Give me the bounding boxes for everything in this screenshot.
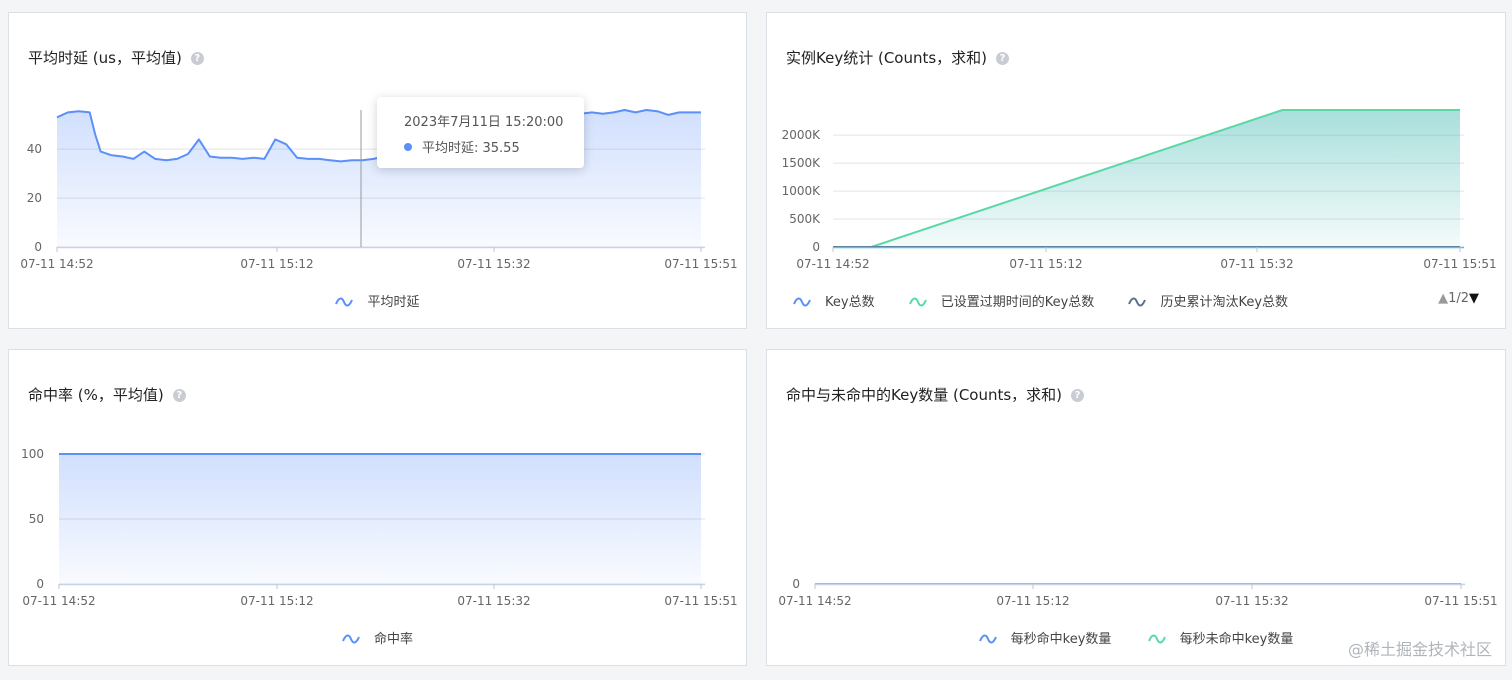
y-tick-label: 0 [34, 240, 42, 254]
legend-label: 每秒未命中key数量 [1179, 632, 1294, 647]
x-tick-label: 07-11 15:32 [457, 257, 530, 271]
legend-label: 历史累计淘汰Key总数 [1160, 295, 1289, 310]
x-tick-label: 07-11 14:52 [22, 594, 95, 608]
chart-legend: 命中率 [9, 628, 746, 647]
key-stats-chart[interactable]: 0 500K 1000K 1500K 2000K 07-11 14:52 07-11 15:… [767, 13, 1507, 330]
x-tick-label: 07-11 15:12 [240, 594, 313, 608]
tooltip-value: 平均时延: 35.55 [422, 141, 520, 156]
legend-label: Key总数 [825, 295, 875, 310]
wave-icon [342, 634, 360, 644]
x-tick-label: 07-11 15:32 [1220, 257, 1293, 271]
avg-latency-chart[interactable]: 0 20 40 07-11 14:52 07-11 15:12 07-11 15:32 07… [9, 13, 748, 330]
x-tick-label: 07-11 15:51 [1424, 594, 1497, 608]
y-tick-label: 50 [29, 512, 44, 526]
chart-legend: Key总数 已设置过期时间的Key总数 历史累计淘汰Key总数 [793, 291, 1505, 310]
legend-label: 已设置过期时间的Key总数 [940, 295, 1095, 310]
pager-text: 1/2 [1448, 291, 1469, 306]
pager-up-icon[interactable]: ▲ [1438, 291, 1448, 306]
legend-item-hits[interactable]: 每秒命中key数量 [978, 628, 1112, 647]
x-tick-label: 07-11 15:12 [1009, 257, 1082, 271]
y-tick-label: 0 [812, 240, 820, 254]
y-tick-label: 40 [27, 142, 42, 156]
tooltip-marker [404, 143, 412, 151]
legend-item-total-keys[interactable]: Key总数 [793, 291, 875, 310]
pager-down-icon[interactable]: ▼ [1469, 291, 1479, 306]
legend-label: 每秒命中key数量 [1010, 632, 1112, 647]
y-tick-label: 500K [789, 212, 821, 226]
wave-icon [335, 297, 354, 307]
legend-item-hit-rate[interactable]: 命中率 [342, 628, 413, 647]
x-tick-label: 07-11 14:52 [778, 594, 851, 608]
hit-miss-panel: 命中与未命中的Key数量 (Counts，求和)? 0 07-11 14:52 07… [766, 349, 1506, 666]
legend-item-misses[interactable]: 每秒未命中key数量 [1147, 628, 1294, 647]
chart-tooltip: 2023年7月11日 15:20:00 平均时延: 35.55 [377, 97, 584, 168]
series-area [833, 110, 1460, 247]
watermark: @稀土掘金技术社区 [1347, 640, 1492, 659]
legend-item-evicted-keys[interactable]: 历史累计淘汰Key总数 [1128, 291, 1288, 310]
y-tick-label: 100 [21, 447, 44, 461]
wave-icon [1128, 297, 1147, 307]
x-tick-label: 07-11 15:32 [1215, 594, 1288, 608]
tooltip-time: 2023年7月11日 15:20:00 [404, 115, 564, 130]
y-tick-label: 1500K [782, 156, 822, 170]
chart-legend: 平均时延 [9, 291, 746, 310]
y-tick-label: 20 [27, 191, 42, 205]
wave-icon [978, 634, 997, 644]
hit-rate-panel: 命中率 (%，平均值)? 0 50 100 07-11 14:52 07-11 15:1… [8, 349, 747, 666]
x-tick-label: 07-11 15:12 [996, 594, 1069, 608]
x-tick-label: 07-11 14:52 [20, 257, 93, 271]
avg-latency-panel: 平均时延 (us，平均值)? 0 20 40 07-11 14:52 07-11 15:… [8, 12, 747, 329]
legend-item-avg-latency[interactable]: 平均时延 [335, 291, 420, 310]
x-tick-label: 07-11 14:52 [796, 257, 869, 271]
series-area [59, 454, 701, 584]
hit-rate-chart[interactable]: 0 50 100 07-11 14:52 07-11 15:12 07-11 15:32 0… [9, 350, 748, 667]
legend-pager: ▲1/2▼ [1438, 291, 1479, 306]
x-tick-label: 07-11 15:51 [664, 257, 737, 271]
y-tick-label: 1000K [782, 184, 822, 198]
y-tick-label: 0 [36, 577, 44, 591]
hit-miss-chart[interactable]: 0 07-11 14:52 07-11 15:12 07-11 15:32 07-11 … [767, 350, 1507, 667]
wave-icon [908, 297, 927, 307]
wave-icon [1147, 634, 1166, 644]
x-tick-label: 07-11 15:51 [664, 594, 737, 608]
x-tick-label: 07-11 15:12 [240, 257, 313, 271]
wave-icon [793, 297, 811, 307]
key-stats-panel: 实例Key统计 (Counts，求和)? 0 500K 1000K 1500K 2000… [766, 12, 1506, 329]
x-tick-label: 07-11 15:51 [1423, 257, 1496, 271]
legend-item-expire-keys[interactable]: 已设置过期时间的Key总数 [908, 291, 1095, 310]
y-tick-label: 2000K [782, 128, 822, 142]
legend-label: 平均时延 [367, 295, 420, 310]
x-tick-label: 07-11 15:32 [457, 594, 530, 608]
y-tick-label: 0 [792, 577, 800, 591]
legend-label: 命中率 [373, 632, 413, 647]
